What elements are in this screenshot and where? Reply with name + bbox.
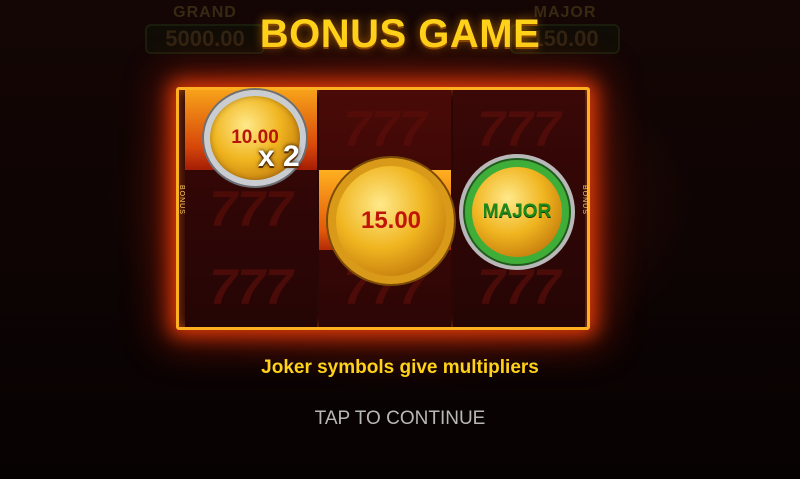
seven-symbol: 777	[209, 259, 293, 315]
dialog-title: BONUS GAME	[259, 12, 541, 56]
gold-coin: 15.00	[328, 158, 454, 284]
dialog-subtitle: Joker symbols give multipliers	[261, 357, 539, 378]
seven-symbol: 777	[343, 101, 427, 157]
gold-coin-value: 15.00	[360, 207, 422, 234]
bonus-side-label-right: BONUS	[581, 185, 588, 215]
multiplier-label: x 2	[258, 140, 300, 173]
major-coin-label: MAJOR	[482, 201, 552, 222]
bonus-side-label-left: BONUS	[178, 185, 185, 215]
seven-symbol: 777	[477, 101, 561, 157]
tap-to-continue-label[interactable]: TAP TO CONTINUE	[0, 408, 800, 430]
major-jackpot-coin: MAJOR	[465, 160, 569, 264]
